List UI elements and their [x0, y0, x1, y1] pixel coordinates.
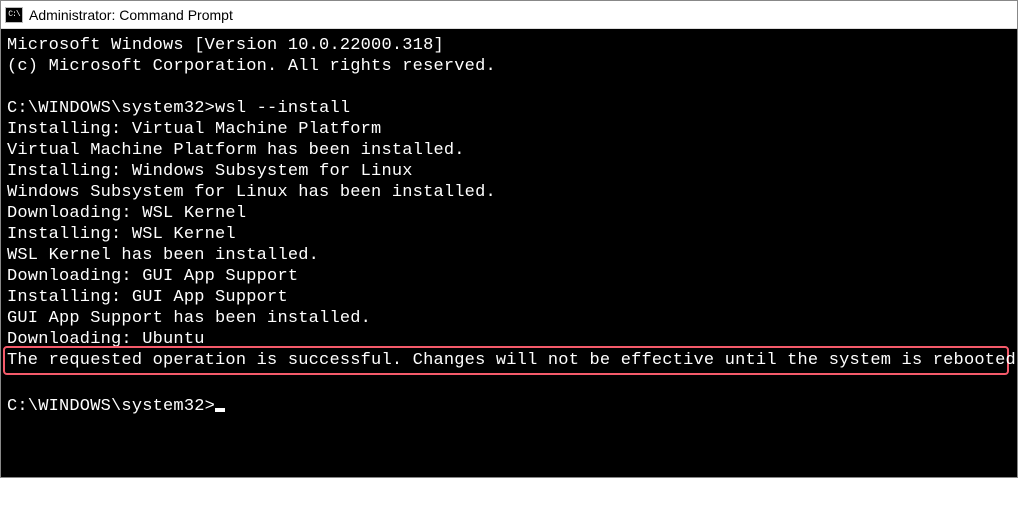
window-title: Administrator: Command Prompt — [29, 7, 233, 23]
output-line: GUI App Support has been installed. — [7, 309, 371, 328]
command-input: wsl --install — [215, 99, 350, 118]
output-line: Windows Subsystem for Linux has been ins… — [7, 183, 496, 202]
prompt: C:\WINDOWS\system32> — [7, 397, 215, 416]
cursor — [215, 408, 225, 412]
output-line: Installing: Windows Subsystem for Linux — [7, 162, 413, 181]
cmd-icon: C:\ — [5, 7, 23, 23]
success-highlight: The requested operation is successful. C… — [3, 346, 1009, 375]
output-line: WSL Kernel has been installed. — [7, 246, 319, 265]
command-prompt-window: C:\ Administrator: Command Prompt Micros… — [0, 0, 1018, 478]
success-message: The requested operation is successful. C… — [7, 351, 1024, 370]
version-line: Microsoft Windows [Version 10.0.22000.31… — [7, 36, 444, 55]
copyright-line: (c) Microsoft Corporation. All rights re… — [7, 57, 496, 76]
prompt: C:\WINDOWS\system32> — [7, 99, 215, 118]
output-line: Downloading: GUI App Support — [7, 267, 298, 286]
output-line: Installing: WSL Kernel — [7, 225, 236, 244]
output-line: Installing: GUI App Support — [7, 288, 288, 307]
terminal-output[interactable]: Microsoft Windows [Version 10.0.22000.31… — [1, 29, 1017, 477]
output-line: Virtual Machine Platform has been instal… — [7, 141, 465, 160]
output-line: Downloading: WSL Kernel — [7, 204, 246, 223]
titlebar[interactable]: C:\ Administrator: Command Prompt — [1, 1, 1017, 29]
output-line: Installing: Virtual Machine Platform — [7, 120, 381, 139]
